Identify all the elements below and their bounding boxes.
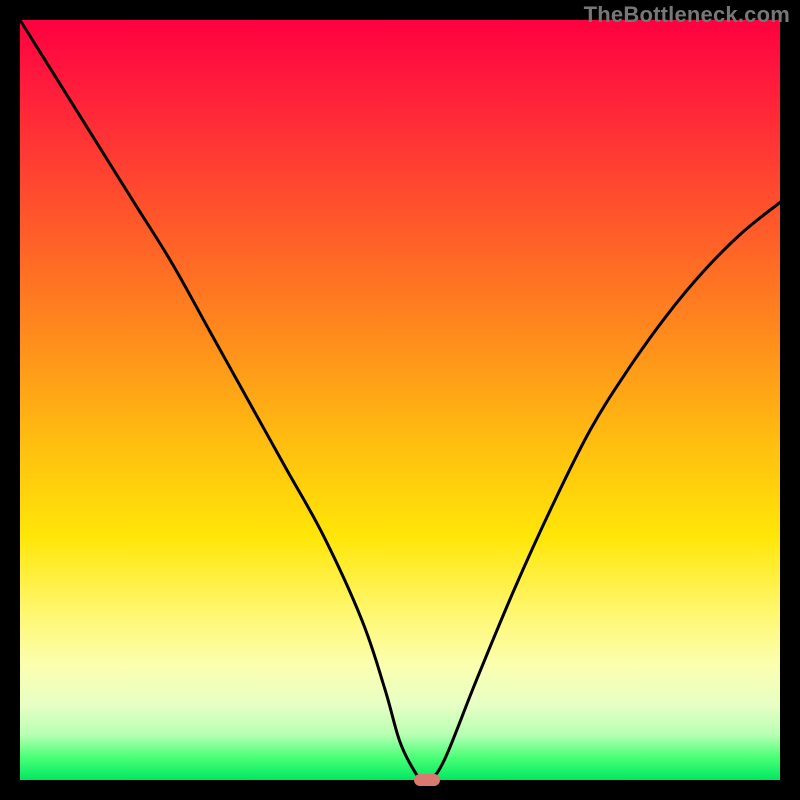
plot-area: [20, 20, 780, 780]
optimum-marker: [414, 774, 440, 786]
watermark-label: TheBottleneck.com: [584, 2, 790, 28]
bottleneck-curve: [20, 20, 780, 780]
chart-frame: TheBottleneck.com: [0, 0, 800, 800]
